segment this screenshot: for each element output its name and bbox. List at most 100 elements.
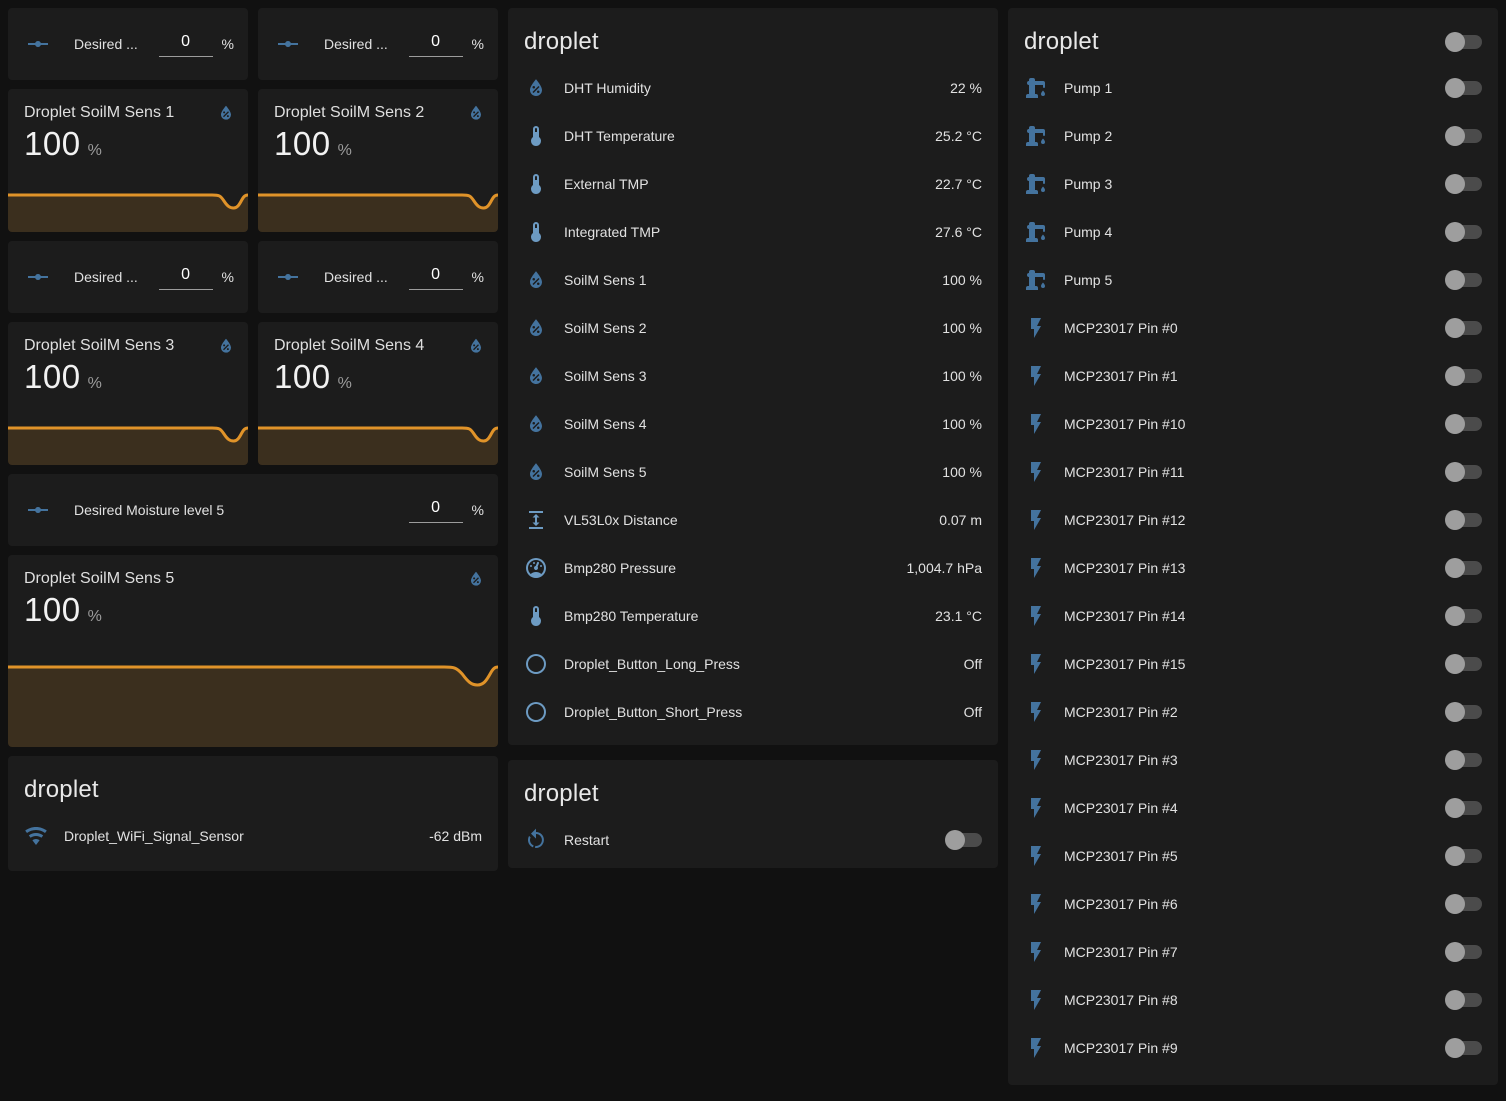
mcp23017-pin-13-toggle[interactable] bbox=[1445, 558, 1482, 578]
mcp23017-pin-7-toggle[interactable] bbox=[1445, 942, 1482, 962]
mcp23017-pin-2-toggle[interactable] bbox=[1445, 702, 1482, 722]
entity-row-dht-temperature[interactable]: DHT Temperature 25.2 °C bbox=[508, 112, 998, 160]
switch-row-pump-1[interactable]: Pump 1 bbox=[1008, 64, 1498, 112]
entity-name: MCP23017 Pin #13 bbox=[1064, 560, 1445, 576]
column-left: Desired ... 0 % Desired ... 0 % Droplet … bbox=[8, 8, 498, 871]
pump-2-toggle[interactable] bbox=[1445, 126, 1482, 146]
entity-row-external-tmp[interactable]: External TMP 22.7 °C bbox=[508, 160, 998, 208]
switch-row-pump-4[interactable]: Pump 4 bbox=[1008, 208, 1498, 256]
flash-icon bbox=[1024, 940, 1048, 964]
entity-row-soilm-sens-5[interactable]: SoilM Sens 5 100 % bbox=[508, 448, 998, 496]
entity-name: MCP23017 Pin #6 bbox=[1064, 896, 1445, 912]
entity-value: 23.1 °C bbox=[935, 608, 982, 624]
switch-row-mcp23017-pin-7[interactable]: MCP23017 Pin #7 bbox=[1008, 928, 1498, 976]
entity-row-wifi-signal[interactable]: Droplet_WiFi_Signal_Sensor -62 dBm bbox=[8, 812, 498, 860]
desired-value-input[interactable]: 0 bbox=[409, 264, 463, 290]
input-number-label: Desired Moisture level 5 bbox=[74, 502, 409, 518]
switch-row-mcp23017-pin-3[interactable]: MCP23017 Pin #3 bbox=[1008, 736, 1498, 784]
entity-row-soilm-sens-1[interactable]: SoilM Sens 1 100 % bbox=[508, 256, 998, 304]
switch-row-mcp23017-pin-1[interactable]: MCP23017 Pin #1 bbox=[1008, 352, 1498, 400]
switch-row-pump-3[interactable]: Pump 3 bbox=[1008, 160, 1498, 208]
switch-row-mcp23017-pin-2[interactable]: MCP23017 Pin #2 bbox=[1008, 688, 1498, 736]
pump-4-toggle[interactable] bbox=[1445, 222, 1482, 242]
entity-name: Restart bbox=[564, 832, 945, 848]
switch-row-mcp23017-pin-8[interactable]: MCP23017 Pin #8 bbox=[1008, 976, 1498, 1024]
mcp23017-pin-4-toggle[interactable] bbox=[1445, 798, 1482, 818]
sensor-graph-card-1[interactable]: Droplet SoilM Sens 1 100 % bbox=[8, 89, 248, 232]
water-pump-icon bbox=[1024, 76, 1048, 100]
switch-row-pump-2[interactable]: Pump 2 bbox=[1008, 112, 1498, 160]
entity-row-dht-humidity[interactable]: DHT Humidity 22 % bbox=[508, 64, 998, 112]
entity-row-vl53l0x-distance[interactable]: VL53L0x Distance 0.07 m bbox=[508, 496, 998, 544]
entity-name: MCP23017 Pin #0 bbox=[1064, 320, 1445, 336]
mcp23017-pin-1-toggle[interactable] bbox=[1445, 366, 1482, 386]
switch-row-mcp23017-pin-10[interactable]: MCP23017 Pin #10 bbox=[1008, 400, 1498, 448]
sensor-card-value: 100 bbox=[274, 125, 331, 163]
sensor-card-unit: % bbox=[88, 608, 102, 626]
desired-value-input[interactable]: 0 bbox=[159, 264, 213, 290]
entity-row-button-short-press[interactable]: Droplet_Button_Short_Press Off bbox=[508, 688, 998, 736]
sensor-graph-card-3[interactable]: Droplet SoilM Sens 3 100 % bbox=[8, 322, 248, 465]
unit-label: % bbox=[472, 36, 484, 52]
sensor-graph-card-5[interactable]: Droplet SoilM Sens 5 100 % bbox=[8, 555, 498, 747]
entity-row-soilm-sens-4[interactable]: SoilM Sens 4 100 % bbox=[508, 400, 998, 448]
switch-row-pump-5[interactable]: Pump 5 bbox=[1008, 256, 1498, 304]
mcp23017-pin-14-toggle[interactable] bbox=[1445, 606, 1482, 626]
sensor-card-title: Droplet SoilM Sens 1 bbox=[8, 89, 248, 122]
restart-toggle[interactable] bbox=[945, 830, 982, 850]
desired-value-input[interactable]: 0 bbox=[409, 31, 463, 57]
entity-row-button-long-press[interactable]: Droplet_Button_Long_Press Off bbox=[508, 640, 998, 688]
entity-name: DHT Temperature bbox=[564, 128, 927, 144]
switch-row-mcp23017-pin-6[interactable]: MCP23017 Pin #6 bbox=[1008, 880, 1498, 928]
mcp23017-pin-6-toggle[interactable] bbox=[1445, 894, 1482, 914]
switch-row-mcp23017-pin-4[interactable]: MCP23017 Pin #4 bbox=[1008, 784, 1498, 832]
sensor-card-value: 100 bbox=[24, 358, 81, 396]
entity-name: MCP23017 Pin #3 bbox=[1064, 752, 1445, 768]
entity-value: Off bbox=[964, 704, 982, 720]
entity-row-soilm-sens-3[interactable]: SoilM Sens 3 100 % bbox=[508, 352, 998, 400]
entity-row-bmp280-pressure[interactable]: Bmp280 Pressure 1,004.7 hPa bbox=[508, 544, 998, 592]
mcp23017-pin-0-toggle[interactable] bbox=[1445, 318, 1482, 338]
radiobox-blank-icon bbox=[524, 652, 548, 676]
pump-1-toggle[interactable] bbox=[1445, 78, 1482, 98]
entity-name: Bmp280 Temperature bbox=[564, 608, 927, 624]
switch-row-mcp23017-pin-5[interactable]: MCP23017 Pin #5 bbox=[1008, 832, 1498, 880]
flash-icon bbox=[1024, 604, 1048, 628]
column-right: droplet Pump 1 Pump 2 Pump 3 bbox=[1008, 8, 1498, 1085]
entity-name: MCP23017 Pin #14 bbox=[1064, 608, 1445, 624]
entity-name: MCP23017 Pin #5 bbox=[1064, 848, 1445, 864]
toggle-all-switch[interactable] bbox=[1445, 32, 1482, 52]
entity-row-bmp280-temperature[interactable]: Bmp280 Temperature 23.1 °C bbox=[508, 592, 998, 640]
mcp23017-pin-11-toggle[interactable] bbox=[1445, 462, 1482, 482]
mcp23017-pin-8-toggle[interactable] bbox=[1445, 990, 1482, 1010]
sensor-graph-card-2[interactable]: Droplet SoilM Sens 2 100 % bbox=[258, 89, 498, 232]
entity-name: SoilM Sens 2 bbox=[564, 320, 934, 336]
pump-5-toggle[interactable] bbox=[1445, 270, 1482, 290]
desired-value-input[interactable]: 0 bbox=[159, 31, 213, 57]
switch-row-mcp23017-pin-13[interactable]: MCP23017 Pin #13 bbox=[1008, 544, 1498, 592]
entity-row-restart[interactable]: Restart bbox=[508, 816, 998, 864]
entity-value: 100 % bbox=[942, 272, 982, 288]
water-pump-icon bbox=[1024, 124, 1048, 148]
mcp23017-pin-5-toggle[interactable] bbox=[1445, 846, 1482, 866]
mcp23017-pin-12-toggle[interactable] bbox=[1445, 510, 1482, 530]
desired-value-input[interactable]: 0 bbox=[409, 497, 463, 523]
pump-3-toggle[interactable] bbox=[1445, 174, 1482, 194]
switch-row-mcp23017-pin-9[interactable]: MCP23017 Pin #9 bbox=[1008, 1024, 1498, 1072]
sensor-card-title: Droplet SoilM Sens 5 bbox=[8, 555, 498, 588]
mcp23017-pin-10-toggle[interactable] bbox=[1445, 414, 1482, 434]
switch-row-mcp23017-pin-11[interactable]: MCP23017 Pin #11 bbox=[1008, 448, 1498, 496]
sensor-card-title: Droplet SoilM Sens 4 bbox=[258, 322, 498, 355]
mcp23017-pin-15-toggle[interactable] bbox=[1445, 654, 1482, 674]
switch-row-mcp23017-pin-15[interactable]: MCP23017 Pin #15 bbox=[1008, 640, 1498, 688]
mcp23017-pin-3-toggle[interactable] bbox=[1445, 750, 1482, 770]
switch-row-mcp23017-pin-12[interactable]: MCP23017 Pin #12 bbox=[1008, 496, 1498, 544]
sensor-graph-card-4[interactable]: Droplet SoilM Sens 4 100 % bbox=[258, 322, 498, 465]
switch-row-mcp23017-pin-0[interactable]: MCP23017 Pin #0 bbox=[1008, 304, 1498, 352]
entity-row-integrated-tmp[interactable]: Integrated TMP 27.6 °C bbox=[508, 208, 998, 256]
switch-row-mcp23017-pin-14[interactable]: MCP23017 Pin #14 bbox=[1008, 592, 1498, 640]
mcp23017-pin-9-toggle[interactable] bbox=[1445, 1038, 1482, 1058]
entity-row-soilm-sens-2[interactable]: SoilM Sens 2 100 % bbox=[508, 304, 998, 352]
flash-icon bbox=[1024, 844, 1048, 868]
water-percent-icon bbox=[466, 103, 486, 123]
